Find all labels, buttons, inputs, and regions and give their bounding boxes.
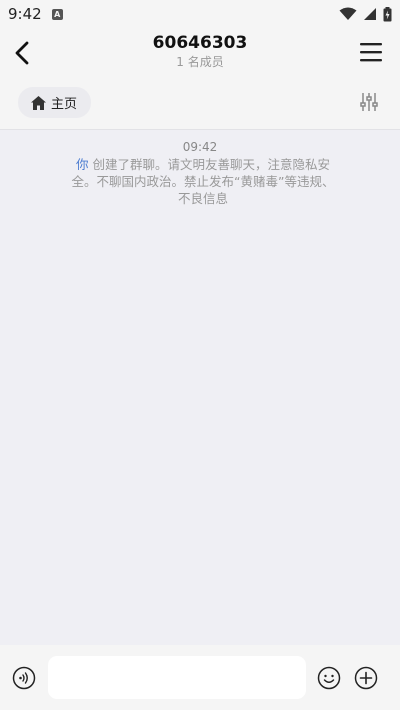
system-message-text: 创建了群聊。请文明友善聊天，注意隐私安全。不聊国内政治。禁止发布“黄赌毒”等违规… — [71, 157, 335, 206]
input-bar — [0, 645, 400, 710]
sliders-icon — [360, 93, 378, 111]
title-block: 60646303 1 名成员 — [0, 32, 400, 70]
wifi-icon — [339, 7, 357, 20]
home-button[interactable]: 主页 — [18, 87, 92, 118]
status-time: 9:42 — [8, 5, 42, 23]
message-input[interactable] — [48, 656, 306, 699]
settings-sliders-button[interactable] — [360, 92, 378, 112]
home-icon — [31, 95, 46, 110]
chat-header: 60646303 1 名成员 — [0, 28, 400, 78]
more-actions-button[interactable] — [354, 666, 378, 690]
home-label: 主页 — [51, 97, 78, 112]
emoji-icon — [317, 666, 341, 690]
status-icons — [339, 6, 392, 22]
plus-circle-icon — [354, 666, 378, 690]
chat-toolbar: 主页 — [0, 78, 400, 130]
notification-app-icon: A — [51, 8, 63, 20]
message-timestamp: 09:42 — [182, 140, 218, 154]
battery-icon — [383, 6, 392, 21]
member-count: 1 名成员 — [176, 55, 224, 69]
system-message: 你 创建了群聊。请文明友善聊天，注意隐私安全。不聊国内政治。禁止发布“黄赌毒”等… — [68, 156, 338, 207]
voice-button[interactable] — [12, 666, 36, 690]
message-list[interactable]: 09:42 你 创建了群聊。请文明友善聊天，注意隐私安全。不聊国内政治。禁止发布… — [0, 131, 400, 645]
signal-icon — [364, 8, 376, 20]
hamburger-menu-icon — [360, 43, 382, 62]
system-message-actor[interactable]: 你 — [76, 157, 89, 172]
status-bar: 9:42 A — [0, 0, 400, 28]
voice-icon — [12, 666, 36, 690]
emoji-button[interactable] — [317, 666, 341, 690]
menu-button[interactable] — [358, 40, 384, 64]
group-title: 60646303 — [152, 33, 248, 53]
chat-screen: 9:42 A 60646303 1 名成员 主页 09:42 你 创建了群聊。请… — [0, 0, 400, 710]
